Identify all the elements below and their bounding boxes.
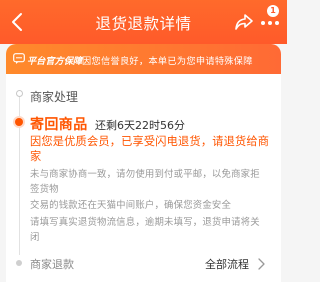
refund-timeline: 商家处理 寄回商品 还剩6天22时56分 因您是优质会员，已享受闪电退货，请退货… [6, 74, 281, 282]
desc-line: 未与商家协商一致，请勿使用到付或平邮，以免商家拒签货物 [30, 169, 260, 195]
guarantee-banner[interactable]: 平台官方保障 因您信誉良好，本单已为您申请特殊保障 [6, 44, 281, 74]
step-merchant-refund: 商家退款 [30, 258, 74, 271]
guarantee-text: 因您信誉良好，本单已为您申请特殊保障 [82, 56, 253, 67]
step-merchant-processing: 商家处理 [30, 90, 79, 104]
step-return-goods: 寄回商品 [30, 117, 88, 133]
guarantee-tag: 平台官方保障 [27, 56, 83, 67]
express-return-notice: 因您是优质会员，已享受闪电退货，请退货给商家 [30, 135, 270, 163]
chevron-right-icon[interactable] [257, 258, 266, 270]
notification-badge: 1 [267, 5, 279, 17]
countdown-text: 还剩6天22时56分 [95, 119, 185, 132]
share-icon[interactable] [233, 11, 255, 33]
desc-line: 交易的钱款还在天猫中间账户，确保您资金安全 [30, 200, 232, 211]
step-dot-pending [16, 260, 22, 266]
step-dot-done [16, 90, 23, 97]
shield-chat-icon [13, 53, 25, 64]
desc-line: 请填写真实退货物流信息，逾期未填写，退货申请将关闭 [30, 217, 260, 243]
refund-detail-card: 平台官方保障 因您信誉良好，本单已为您申请特殊保障 商家处理 寄回商品 还剩6天… [6, 44, 281, 282]
step-dot-active [15, 118, 23, 126]
all-flow-link[interactable]: 全部流程 [205, 256, 249, 272]
top-bar: 退货退款详情 1 [0, 0, 287, 44]
